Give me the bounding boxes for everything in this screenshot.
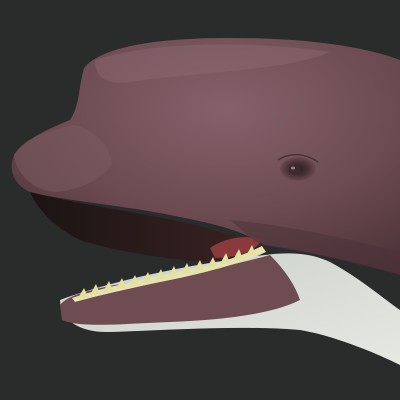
render-canvas: [0, 0, 400, 400]
whale-render: [11, 38, 400, 365]
eye-highlight: [291, 166, 295, 170]
eye: [289, 165, 301, 175]
